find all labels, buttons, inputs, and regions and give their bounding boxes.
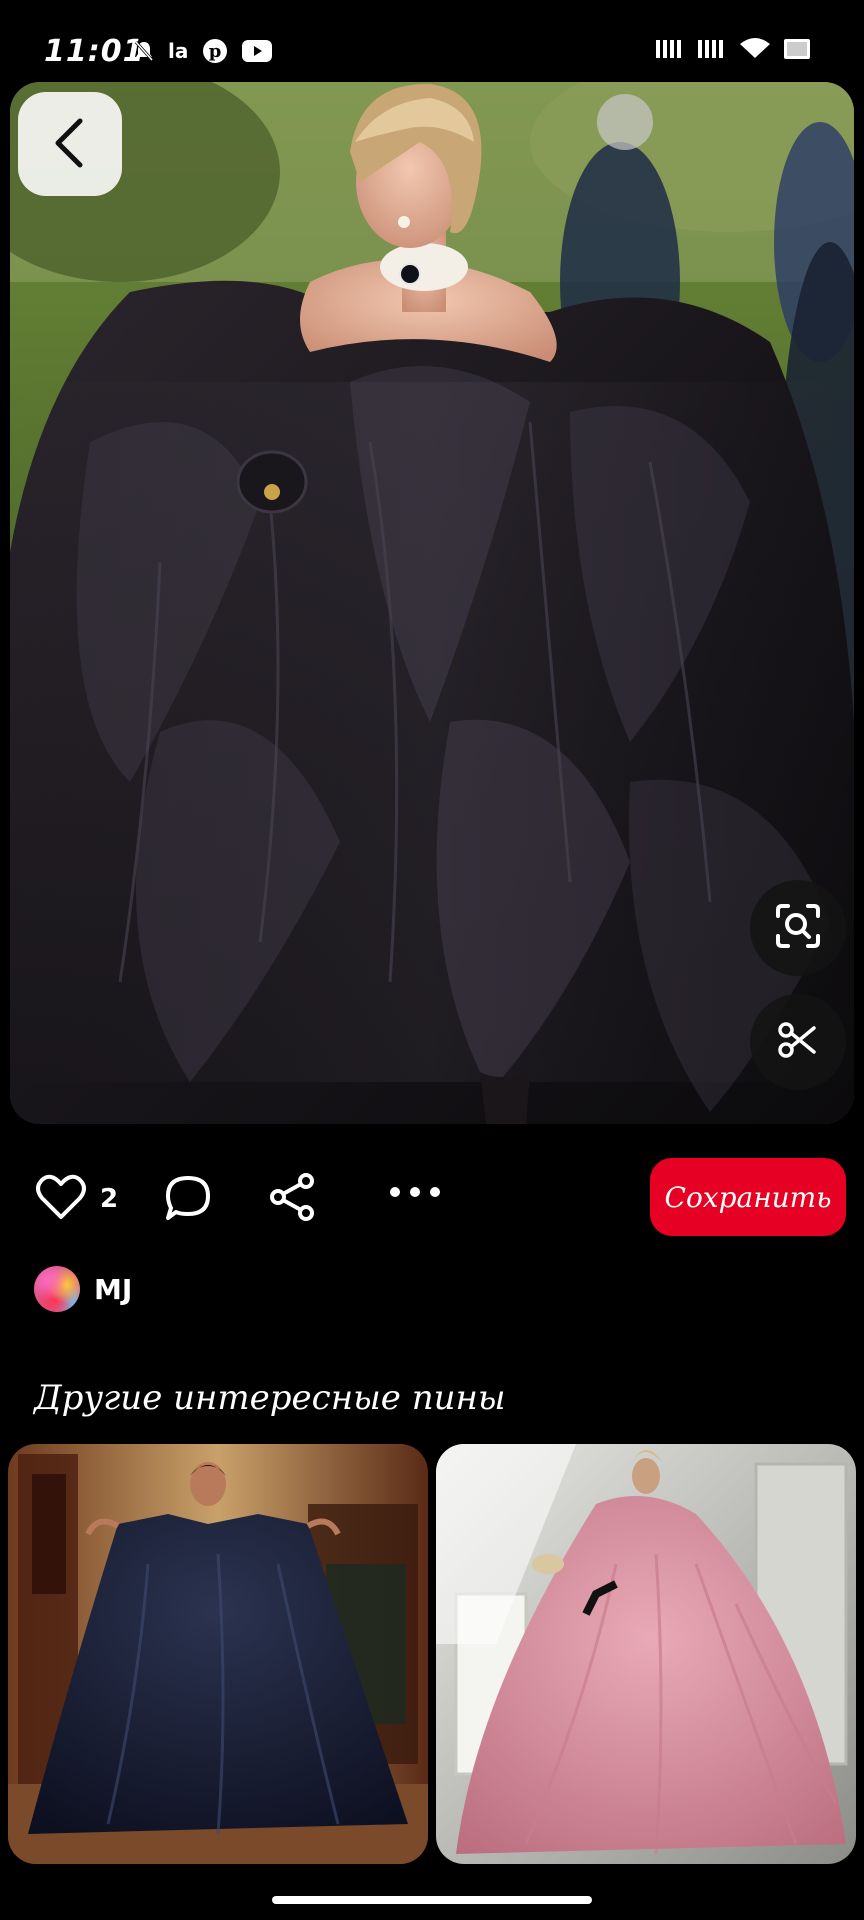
author[interactable]: MJ bbox=[34, 1266, 132, 1312]
scissors-icon bbox=[776, 1018, 820, 1066]
pin-image[interactable] bbox=[10, 82, 854, 1124]
heart-icon bbox=[36, 1174, 86, 1224]
more-dots-icon bbox=[388, 1184, 442, 1203]
share-icon bbox=[268, 1173, 316, 1226]
lens-search-icon bbox=[774, 902, 822, 954]
home-indicator[interactable] bbox=[272, 1896, 592, 1904]
bell-muted-icon bbox=[134, 40, 154, 62]
youtube-icon bbox=[242, 40, 273, 62]
status-icons-left: la p bbox=[134, 38, 273, 64]
status-icons-right bbox=[656, 38, 812, 60]
svg-text:p: p bbox=[209, 41, 222, 62]
related-pin[interactable] bbox=[436, 1444, 856, 1864]
app-label: la bbox=[168, 39, 189, 63]
share-button[interactable] bbox=[268, 1172, 316, 1226]
author-name: MJ bbox=[94, 1272, 133, 1306]
status-time: 11:01 bbox=[44, 34, 145, 69]
save-button[interactable]: Сохранить bbox=[650, 1158, 846, 1236]
battery-icon bbox=[784, 38, 812, 60]
more-button[interactable] bbox=[388, 1184, 442, 1203]
comment-button[interactable] bbox=[164, 1174, 212, 1226]
avatar bbox=[34, 1266, 80, 1312]
chevron-left-icon bbox=[50, 115, 90, 174]
wifi-icon bbox=[740, 38, 770, 60]
cutout-button[interactable] bbox=[750, 994, 846, 1090]
signal-icon bbox=[656, 38, 684, 60]
back-button[interactable] bbox=[18, 92, 122, 196]
related-section-title: Другие интересные пины bbox=[34, 1378, 506, 1418]
action-row: 2 Сохранить bbox=[0, 1150, 864, 1260]
comment-icon bbox=[164, 1176, 212, 1226]
like-button[interactable]: 2 bbox=[36, 1174, 118, 1224]
status-bar: 11:01 la p bbox=[0, 0, 864, 80]
pinterest-icon: p bbox=[202, 38, 228, 64]
related-pin[interactable] bbox=[8, 1444, 428, 1864]
signal-icon bbox=[698, 38, 726, 60]
visual-search-button[interactable] bbox=[750, 880, 846, 976]
like-count: 2 bbox=[100, 1184, 119, 1214]
